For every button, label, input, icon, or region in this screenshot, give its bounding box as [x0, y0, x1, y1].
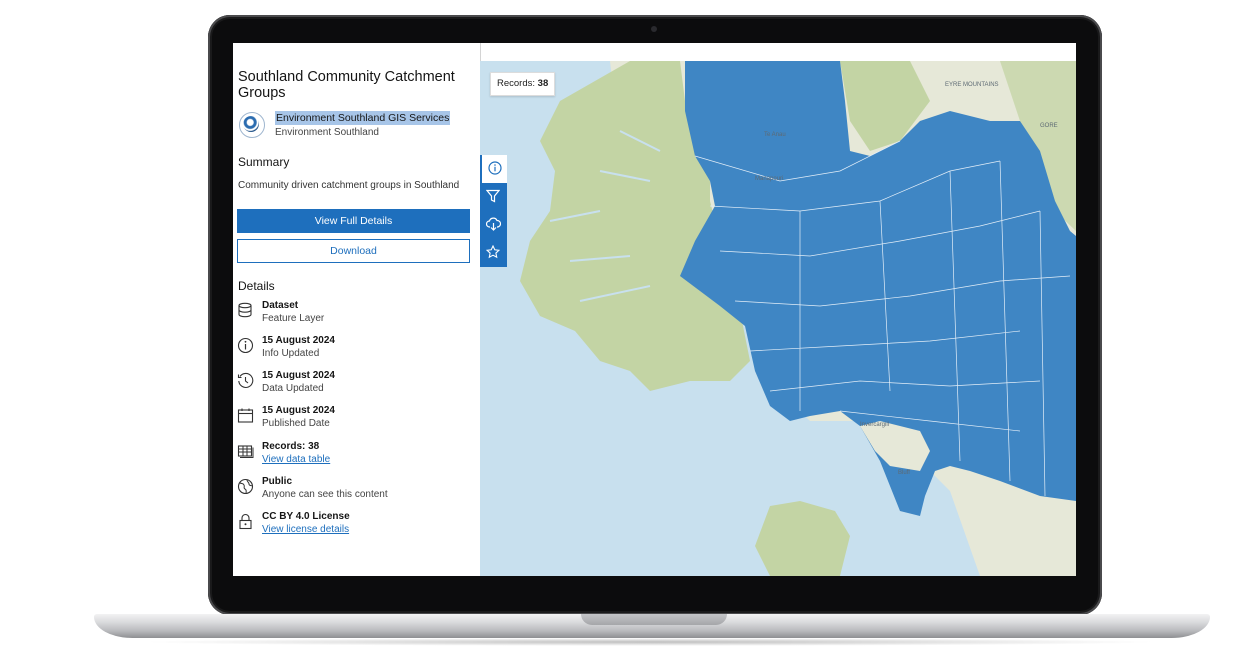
star-icon	[486, 245, 500, 259]
detail-data-updated: 15 August 2024 Data Updated	[237, 370, 477, 400]
records-value: 38	[537, 78, 549, 89]
download-cloud-icon	[486, 217, 501, 231]
detail-license: CC BY 4.0 License View license details	[237, 511, 477, 541]
map-label-manapouri: Manapouri	[755, 176, 784, 182]
owner-avatar[interactable]	[239, 112, 265, 138]
download-button[interactable]: Download	[237, 239, 470, 263]
detail-subtitle: Published Date	[262, 418, 330, 429]
owner-organization: Environment Southland	[275, 127, 379, 138]
laptop-screen: Southland Community Catchment Groups Env…	[233, 43, 1076, 576]
detail-dataset-type: Dataset Feature Layer	[237, 300, 477, 330]
detail-title: Records: 38	[262, 441, 320, 452]
view-data-table-link[interactable]: View data table	[262, 454, 330, 465]
map-label-gore: GORE	[1040, 123, 1058, 129]
detail-title: Dataset	[262, 300, 299, 311]
detail-title: 15 August 2024	[262, 335, 335, 346]
records-count-badge: Records: 38	[490, 72, 556, 96]
globe-icon	[237, 478, 255, 496]
details-heading: Details	[238, 279, 275, 293]
map-side-toolbar	[480, 155, 507, 267]
view-full-details-button[interactable]: View Full Details	[237, 209, 470, 233]
database-icon	[237, 302, 255, 320]
detail-subtitle: Feature Layer	[262, 313, 325, 324]
records-label: Records:	[497, 78, 536, 89]
view-license-details-link[interactable]: View license details	[262, 524, 349, 535]
info-icon	[488, 161, 502, 175]
owner-name-link[interactable]: Environment Southland GIS Services	[275, 111, 451, 125]
history-icon	[237, 372, 255, 390]
laptop-shadow	[140, 638, 1160, 646]
laptop-camera	[651, 26, 657, 32]
detail-records: Records: 38 View data table	[237, 441, 477, 471]
detail-title: CC BY 4.0 License	[262, 511, 350, 522]
map-label-eyre-mountains: EYRE MOUNTAINS	[945, 82, 999, 88]
summary-heading: Summary	[238, 155, 290, 169]
basemap	[520, 61, 1076, 576]
dataset-title: Southland Community Catchment Groups	[238, 69, 455, 101]
calendar-icon	[237, 407, 255, 425]
filter-tool-button[interactable]	[480, 183, 507, 211]
map-label-invercargill: Invercargill	[860, 422, 890, 428]
detail-title: 15 August 2024	[262, 405, 335, 416]
dataset-info-panel: Southland Community Catchment Groups Env…	[233, 43, 481, 576]
detail-title: 15 August 2024	[262, 370, 335, 381]
detail-access: Public Anyone can see this content	[237, 476, 477, 506]
detail-published-date: 15 August 2024 Published Date	[237, 405, 477, 435]
download-tool-button[interactable]	[480, 211, 507, 239]
detail-subtitle: Info Updated	[262, 348, 320, 359]
detail-subtitle: Anyone can see this content	[262, 489, 388, 500]
stewart-island	[755, 501, 850, 576]
info-tool-button[interactable]	[480, 155, 507, 183]
summary-text: Community driven catchment groups in Sou…	[238, 180, 460, 191]
favorite-tool-button[interactable]	[480, 239, 507, 267]
lock-icon	[237, 513, 255, 531]
detail-info-updated: 15 August 2024 Info Updated	[237, 335, 477, 365]
info-icon	[237, 337, 255, 355]
detail-subtitle: Data Updated	[262, 383, 324, 394]
filter-icon	[486, 189, 500, 203]
detail-title: Public	[262, 476, 293, 487]
table-icon	[237, 443, 255, 461]
map-label-bluff: Bluff	[898, 470, 910, 476]
map-label-te-anau: Te Anau	[764, 132, 786, 138]
laptop-notch	[581, 614, 727, 625]
map-view[interactable]: EYRE MOUNTAINS Manapouri Te Anau Inverca…	[480, 61, 1076, 576]
